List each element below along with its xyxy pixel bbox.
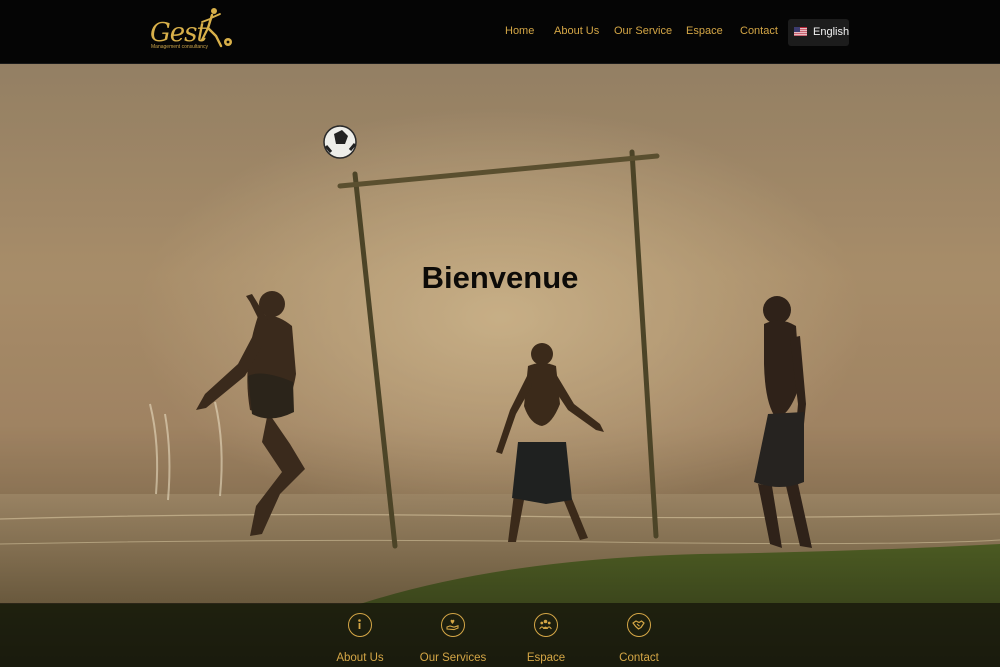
quick-link-espace[interactable]: Espace (501, 611, 591, 667)
language-selector[interactable]: English (788, 19, 849, 46)
quick-link-label: About Us (336, 652, 384, 664)
language-label: English (813, 26, 850, 38)
soccer-player-logo-icon (200, 8, 232, 48)
quick-link-label: Espace (526, 652, 566, 664)
nav-link-home[interactable]: Home (505, 25, 534, 37)
handshake-icon (627, 613, 651, 637)
nav-link-contact[interactable]: Contact (740, 25, 778, 37)
group-icon (534, 613, 558, 637)
nav-link-our-service[interactable]: Our Service (614, 25, 672, 37)
quick-link-our-services[interactable]: Our Services (408, 611, 498, 667)
quick-links-bar: About Us Our Services Espace Contact (0, 603, 1000, 667)
hero-banner: Bienvenue (0, 64, 1000, 667)
hero-title: Bienvenue (421, 260, 579, 295)
nav-link-espace[interactable]: Espace (686, 25, 723, 37)
brand-logo[interactable]: Gest Management consultancy (150, 6, 234, 52)
quick-link-label: Contact (619, 652, 659, 664)
hand-heart-icon (441, 613, 465, 637)
info-icon (348, 613, 372, 637)
top-navigation-bar: Gest Management consultancy Home About U… (0, 0, 1000, 64)
kids-playing-football-photo (0, 64, 1000, 667)
quick-link-label: Our Services (419, 652, 487, 664)
quick-link-contact[interactable]: Contact (594, 611, 684, 667)
us-flag-icon (794, 27, 807, 36)
nav-link-about-us[interactable]: About Us (554, 25, 599, 37)
quick-link-about-us[interactable]: About Us (315, 611, 405, 667)
